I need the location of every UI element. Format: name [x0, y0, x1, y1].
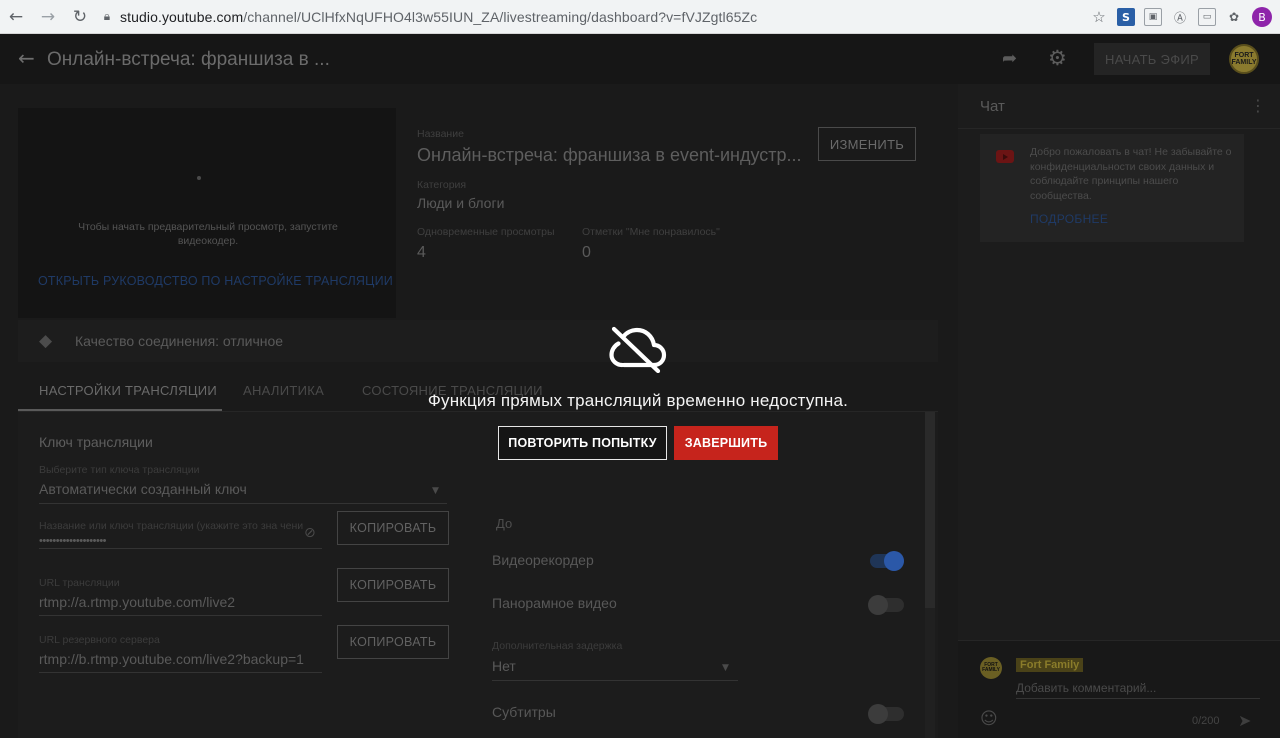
tab-stream-health[interactable]: СОСТОЯНИЕ ТРАНСЛЯЦИИ — [362, 383, 543, 398]
url-host: studio.youtube.com — [120, 8, 244, 25]
dvr-toggle[interactable] — [870, 551, 904, 571]
subtitles-toggle[interactable] — [868, 704, 904, 724]
chat-author-name: Fort Family — [1016, 658, 1084, 672]
toggle-knob — [868, 704, 888, 724]
stream-url-field[interactable]: rtmp://a.rtmp.youtube.com/live2 — [39, 594, 235, 610]
back-icon[interactable]: ← — [0, 0, 32, 34]
more-vert-icon[interactable]: ⋮ — [1250, 96, 1266, 115]
latency-select[interactable]: Нет — [492, 658, 516, 674]
concurrent-views-value: 4 — [417, 244, 426, 261]
setup-guide-link[interactable]: ОТКРЫТЬ РУКОВОДСТВО ПО НАСТРОЙКЕ ТРАНСЛЯ… — [38, 274, 393, 288]
key-type-underline — [39, 503, 447, 504]
channel-avatar[interactable]: FORT FAMILY — [1229, 44, 1259, 74]
toggle-knob — [884, 551, 904, 571]
connection-quality-text: Качество соединения: отличное — [75, 333, 284, 349]
chat-title: Чат — [980, 98, 1005, 115]
category-label: Категория — [417, 179, 467, 191]
likes-label: Отметки "Мне понравилось" — [582, 226, 720, 238]
advanced-settings-heading: До — [496, 516, 513, 531]
stream-key-field[interactable]: •••••••••••••••••••• — [39, 535, 107, 547]
backup-url-underline — [39, 672, 322, 673]
studio-header: ← Онлайн-встреча: франшиза в ... ➦ ⚙ НАЧ… — [0, 34, 1280, 84]
gear-icon[interactable]: ⚙ — [1048, 46, 1067, 70]
forward-icon[interactable]: → — [32, 0, 64, 34]
tab-stream-settings[interactable]: НАСТРОЙКИ ТРАНСЛЯЦИИ — [39, 383, 217, 398]
lock-icon: 🔒︎ — [103, 9, 111, 23]
key-type-label: Выберите тип ключа трансляции — [39, 464, 200, 476]
toggle-knob — [868, 595, 888, 615]
edit-button[interactable]: ИЗМЕНИТЬ — [818, 127, 916, 161]
retry-button[interactable]: ПОВТОРИТЬ ПОПЫТКУ — [498, 426, 667, 460]
settings-scrollbar-thumb[interactable] — [925, 412, 935, 608]
title-label: Название — [417, 128, 464, 140]
backup-url-label: URL резервного сервера — [39, 634, 160, 646]
emoji-icon[interactable]: ☺ — [980, 709, 998, 729]
panorama-label: Панорамное видео — [492, 595, 617, 611]
live-chat-panel: Чат ⋮ Добро пожаловать в чат! Не забывай… — [958, 84, 1280, 738]
send-icon[interactable]: ➤ — [1238, 711, 1251, 730]
extension-icon[interactable]: ▣ — [1144, 8, 1162, 26]
dashboard-main: Чтобы начать предварительный просмотр, з… — [0, 84, 958, 738]
eye-off-icon[interactable]: ⊘ — [304, 525, 316, 541]
stream-key-underline — [39, 548, 322, 549]
key-type-select[interactable]: Автоматически созданный ключ — [39, 481, 247, 497]
tab-bar: НАСТРОЙКИ ТРАНСЛЯЦИИ АНАЛИТИКА СОСТОЯНИЕ… — [18, 368, 938, 412]
profile-avatar[interactable]: B — [1252, 7, 1272, 27]
chat-user-avatar: FORT FAMILY — [980, 657, 1002, 679]
stream-key-heading: Ключ трансляции — [39, 434, 153, 450]
chat-welcome-text: Добро пожаловать в чат! Не забывайте о к… — [1030, 146, 1232, 202]
chat-divider — [958, 128, 1280, 129]
backup-url-field[interactable]: rtmp://b.rtmp.youtube.com/live2?backup=1 — [39, 651, 304, 667]
extension-icons: ☆ S ▣ Ⓐ ▭ ✿ B — [1090, 0, 1272, 34]
learn-more-link[interactable]: ПОДРОБНЕЕ — [1030, 212, 1108, 226]
chat-input-area: FORT FAMILY Fort Family Добавить коммент… — [958, 640, 1280, 738]
latency-label: Дополнительная задержка — [492, 640, 623, 652]
reload-icon[interactable]: ↻ — [64, 0, 96, 34]
stream-settings-panel: Ключ трансляции Выберите тип ключа транс… — [18, 412, 938, 738]
connection-quality-bar: ◆ Качество соединения: отличное — [18, 320, 938, 362]
wifi-icon: ◆ — [39, 331, 53, 351]
loading-spinner — [197, 176, 201, 180]
browser-toolbar: ← → ↻ 🔒︎ studio.youtube.com/channel/UClH… — [0, 0, 1280, 34]
finish-button[interactable]: ЗАВЕРШИТЬ — [674, 426, 778, 460]
settings-scrollbar-track[interactable] — [925, 608, 935, 738]
concurrent-views-label: Одновременные просмотры — [417, 226, 555, 238]
copy-backup-button[interactable]: КОПИРОВАТЬ — [337, 625, 449, 659]
chat-welcome-card: Добро пожаловать в чат! Не забывайте о к… — [980, 134, 1244, 242]
key-name-label: Название или ключ трансляции (укажите эт… — [39, 520, 304, 532]
a-extension-icon[interactable]: Ⓐ — [1171, 8, 1189, 26]
bookmark-star-icon[interactable]: ☆ — [1090, 8, 1108, 26]
chevron-down-icon[interactable]: ▼ — [432, 486, 439, 496]
go-live-button[interactable]: НАЧАТЬ ЭФИР — [1094, 43, 1210, 75]
youtube-icon — [996, 150, 1014, 163]
media-extension-icon[interactable]: ▭ — [1198, 8, 1216, 26]
category-value: Люди и блоги — [417, 195, 505, 211]
stream-url-label: URL трансляции — [39, 577, 120, 589]
tab-analytics[interactable]: АНАЛИТИКА — [243, 383, 324, 398]
address-bar[interactable]: 🔒︎ studio.youtube.com/channel/UClHfxNqUF… — [98, 0, 757, 34]
comment-underline — [1016, 698, 1260, 699]
likes-value: 0 — [582, 244, 591, 261]
subtitles-label: Субтитры — [492, 704, 556, 720]
preview-message: Чтобы начать предварительный просмотр, з… — [78, 221, 338, 247]
latency-underline — [492, 680, 738, 681]
page-title: Онлайн-встреча: франшиза в ... — [47, 49, 330, 70]
s-extension-icon[interactable]: S — [1117, 8, 1135, 26]
panorama-toggle[interactable] — [868, 595, 904, 615]
share-icon[interactable]: ➦ — [1002, 48, 1017, 69]
url-path: /channel/UClHfxNqUFHO4l3w55IUN_ZA/livest… — [243, 8, 758, 25]
stream-title: Онлайн-встреча: франшиза в event-индустр… — [417, 145, 802, 165]
chevron-down-icon[interactable]: ▼ — [722, 663, 729, 673]
dvr-label: Видеорекордер — [492, 552, 594, 568]
char-counter: 0/200 — [1192, 715, 1220, 727]
copy-url-button[interactable]: КОПИРОВАТЬ — [337, 568, 449, 602]
active-tab-indicator — [18, 409, 222, 411]
stream-url-underline — [39, 615, 322, 616]
stream-preview: Чтобы начать предварительный просмотр, з… — [18, 108, 396, 318]
chat-comment-input[interactable]: Добавить комментарий... — [1016, 681, 1156, 695]
back-arrow-icon[interactable]: ← — [18, 46, 35, 70]
url-text[interactable]: studio.youtube.com/channel/UClHfxNqUFHO4… — [120, 9, 757, 25]
puzzle-extension-icon[interactable]: ✿ — [1225, 8, 1243, 26]
copy-key-button[interactable]: КОПИРОВАТЬ — [337, 511, 449, 545]
